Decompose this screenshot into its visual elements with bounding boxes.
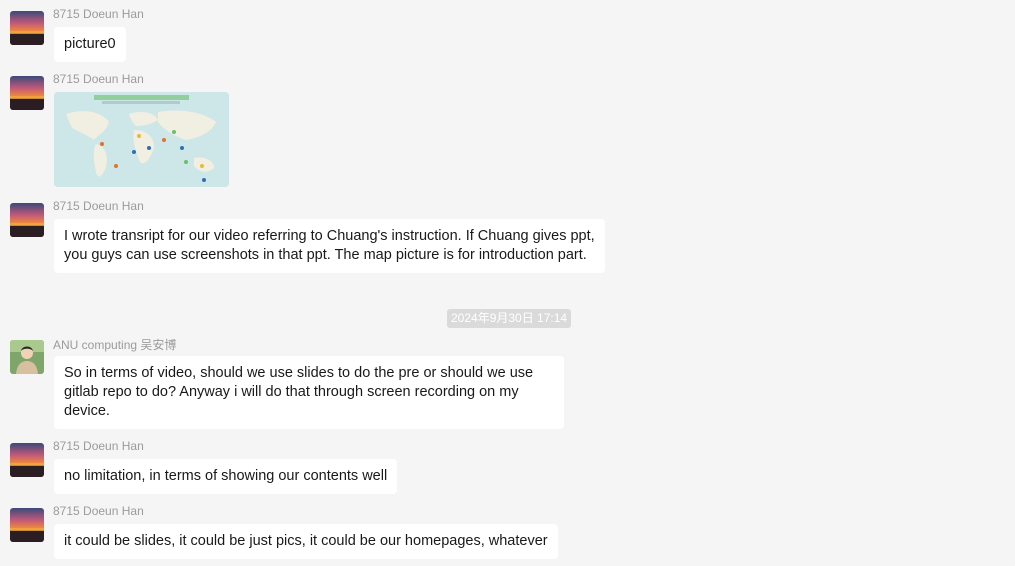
sunset-avatar[interactable] bbox=[10, 76, 44, 110]
sunset-avatar[interactable] bbox=[10, 508, 44, 542]
message-bubble[interactable]: it could be slides, it could be just pic… bbox=[54, 524, 558, 559]
sender-name: 8715 Doeun Han bbox=[53, 504, 144, 518]
message-bubble[interactable]: no limitation, in terms of showing our c… bbox=[54, 459, 398, 494]
sender-name: ANU computing 吴安博 bbox=[53, 338, 177, 352]
person-avatar[interactable] bbox=[10, 340, 44, 374]
message-text: it could be slides, it could be just pic… bbox=[64, 533, 548, 549]
message-bubble[interactable]: I wrote transript for our video referrin… bbox=[54, 219, 605, 273]
sunset-avatar[interactable] bbox=[10, 203, 44, 237]
sender-name: 8715 Doeun Han bbox=[53, 7, 144, 21]
sender-name: 8715 Doeun Han bbox=[53, 439, 144, 453]
message-text: no limitation, in terms of showing our c… bbox=[64, 468, 388, 484]
sunset-avatar[interactable] bbox=[10, 11, 44, 45]
world-map-thumbnail[interactable] bbox=[54, 92, 229, 187]
message-text: picture0 bbox=[64, 36, 116, 52]
sunset-avatar[interactable] bbox=[10, 443, 44, 477]
message-bubble[interactable]: picture0 bbox=[54, 27, 126, 62]
message-text: So in terms of video, should we use slid… bbox=[64, 365, 534, 419]
sender-name: 8715 Doeun Han bbox=[53, 72, 144, 86]
message-text: I wrote transript for our video referrin… bbox=[64, 228, 595, 263]
sender-name: 8715 Doeun Han bbox=[53, 199, 144, 213]
message-bubble[interactable]: So in terms of video, should we use slid… bbox=[54, 356, 564, 429]
timestamp-divider: 2024年9月30日 17:14 bbox=[447, 309, 572, 328]
